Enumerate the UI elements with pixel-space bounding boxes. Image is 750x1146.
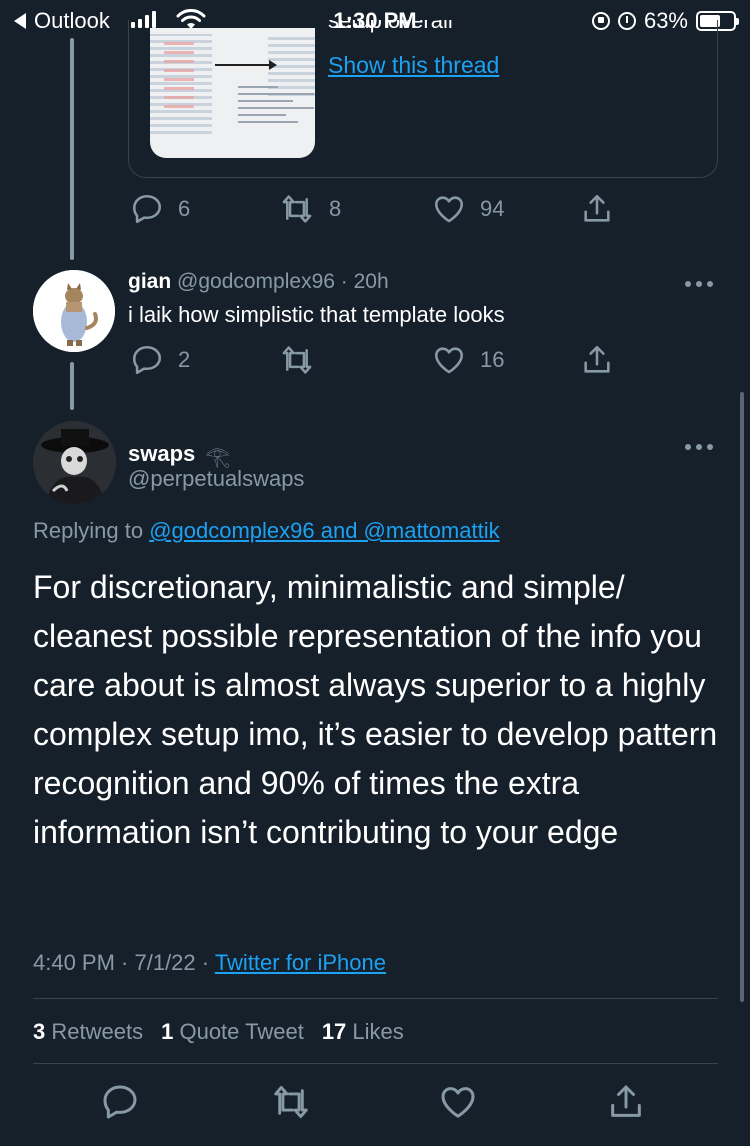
tweet-timestamp: 4:40 PM · 7/1/22 · <box>33 950 215 975</box>
replying-to: Replying to @godcomplex96 and @mattomatt… <box>33 518 500 544</box>
quote-tweets-stat[interactable]: 1 Quote Tweet <box>161 1019 304 1045</box>
heart-icon <box>434 196 464 223</box>
retweet-icon <box>282 346 312 374</box>
like-button[interactable]: 16 <box>432 343 504 377</box>
share-icon <box>584 345 610 373</box>
quoted-tweet-text: setup overall <box>328 20 453 33</box>
share-icon <box>584 194 610 222</box>
like-count: 94 <box>480 196 505 221</box>
author-name: gian <box>128 270 172 293</box>
share-icon <box>611 1085 641 1117</box>
reply-count: 6 <box>178 196 191 221</box>
avatar-illustration <box>33 421 116 504</box>
retweet-icon <box>282 195 312 223</box>
tweet-stats: 3 Retweets 1 Quote Tweet 17 Likes <box>33 1019 404 1045</box>
divider <box>33 1063 718 1064</box>
reply-button[interactable]: 2 <box>130 343 190 377</box>
retweet-icon <box>274 1086 308 1118</box>
tweet-text: For discretionary, minimalistic and simp… <box>33 569 718 850</box>
thread-line-mid <box>70 362 74 410</box>
heart-icon <box>434 347 464 374</box>
thread-line-top <box>70 38 74 260</box>
replying-to-mentions[interactable]: @godcomplex96 and @mattomattik <box>149 518 499 543</box>
author-handle: @perpetualswaps <box>128 466 305 491</box>
avatar[interactable] <box>33 421 116 504</box>
reply-author[interactable]: gian @godcomplex96 · 20h <box>128 270 389 294</box>
retweet-button[interactable]: 8 <box>279 192 341 226</box>
tweet-meta: 4:40 PM · 7/1/22 · Twitter for iPhone <box>33 950 386 976</box>
reply-icon <box>132 194 162 224</box>
quoted-tweet-image[interactable] <box>150 28 315 158</box>
retweet-button[interactable] <box>279 343 329 377</box>
reply-count: 2 <box>178 347 191 372</box>
reply-icon <box>132 345 162 375</box>
scrollbar[interactable] <box>740 392 744 1002</box>
retweet-button[interactable] <box>270 1082 312 1127</box>
reply-button[interactable]: 6 <box>130 192 190 226</box>
retweet-count: 8 <box>329 196 342 221</box>
reply-button[interactable] <box>100 1082 140 1127</box>
heart-icon <box>441 1087 475 1118</box>
author-handle: @godcomplex96 <box>177 270 335 293</box>
tweet-time: · 20h <box>340 270 389 293</box>
like-button[interactable]: 94 <box>432 192 504 226</box>
author-name: swaps <box>128 440 196 466</box>
more-options-button[interactable] <box>685 444 713 450</box>
avatar[interactable] <box>33 270 115 352</box>
share-button[interactable] <box>606 1082 646 1127</box>
reply-icon <box>103 1085 137 1119</box>
avatar-cat-illustration <box>33 270 115 352</box>
share-button[interactable] <box>580 192 614 226</box>
show-thread-link[interactable]: Show this thread <box>328 52 499 79</box>
tweet-source-link[interactable]: Twitter for iPhone <box>215 950 386 975</box>
divider <box>33 998 718 999</box>
share-button[interactable] <box>580 343 614 377</box>
reply-tweet-text: i laik how simplistic that template look… <box>128 302 505 327</box>
likes-stat[interactable]: 17 Likes <box>322 1019 404 1045</box>
replying-prefix: Replying to <box>33 518 150 543</box>
like-count: 16 <box>480 347 505 372</box>
more-options-button[interactable] <box>685 281 713 287</box>
retweets-stat[interactable]: 3 Retweets <box>33 1019 143 1045</box>
main-tweet-actions <box>0 1082 750 1126</box>
like-button[interactable] <box>438 1082 478 1127</box>
